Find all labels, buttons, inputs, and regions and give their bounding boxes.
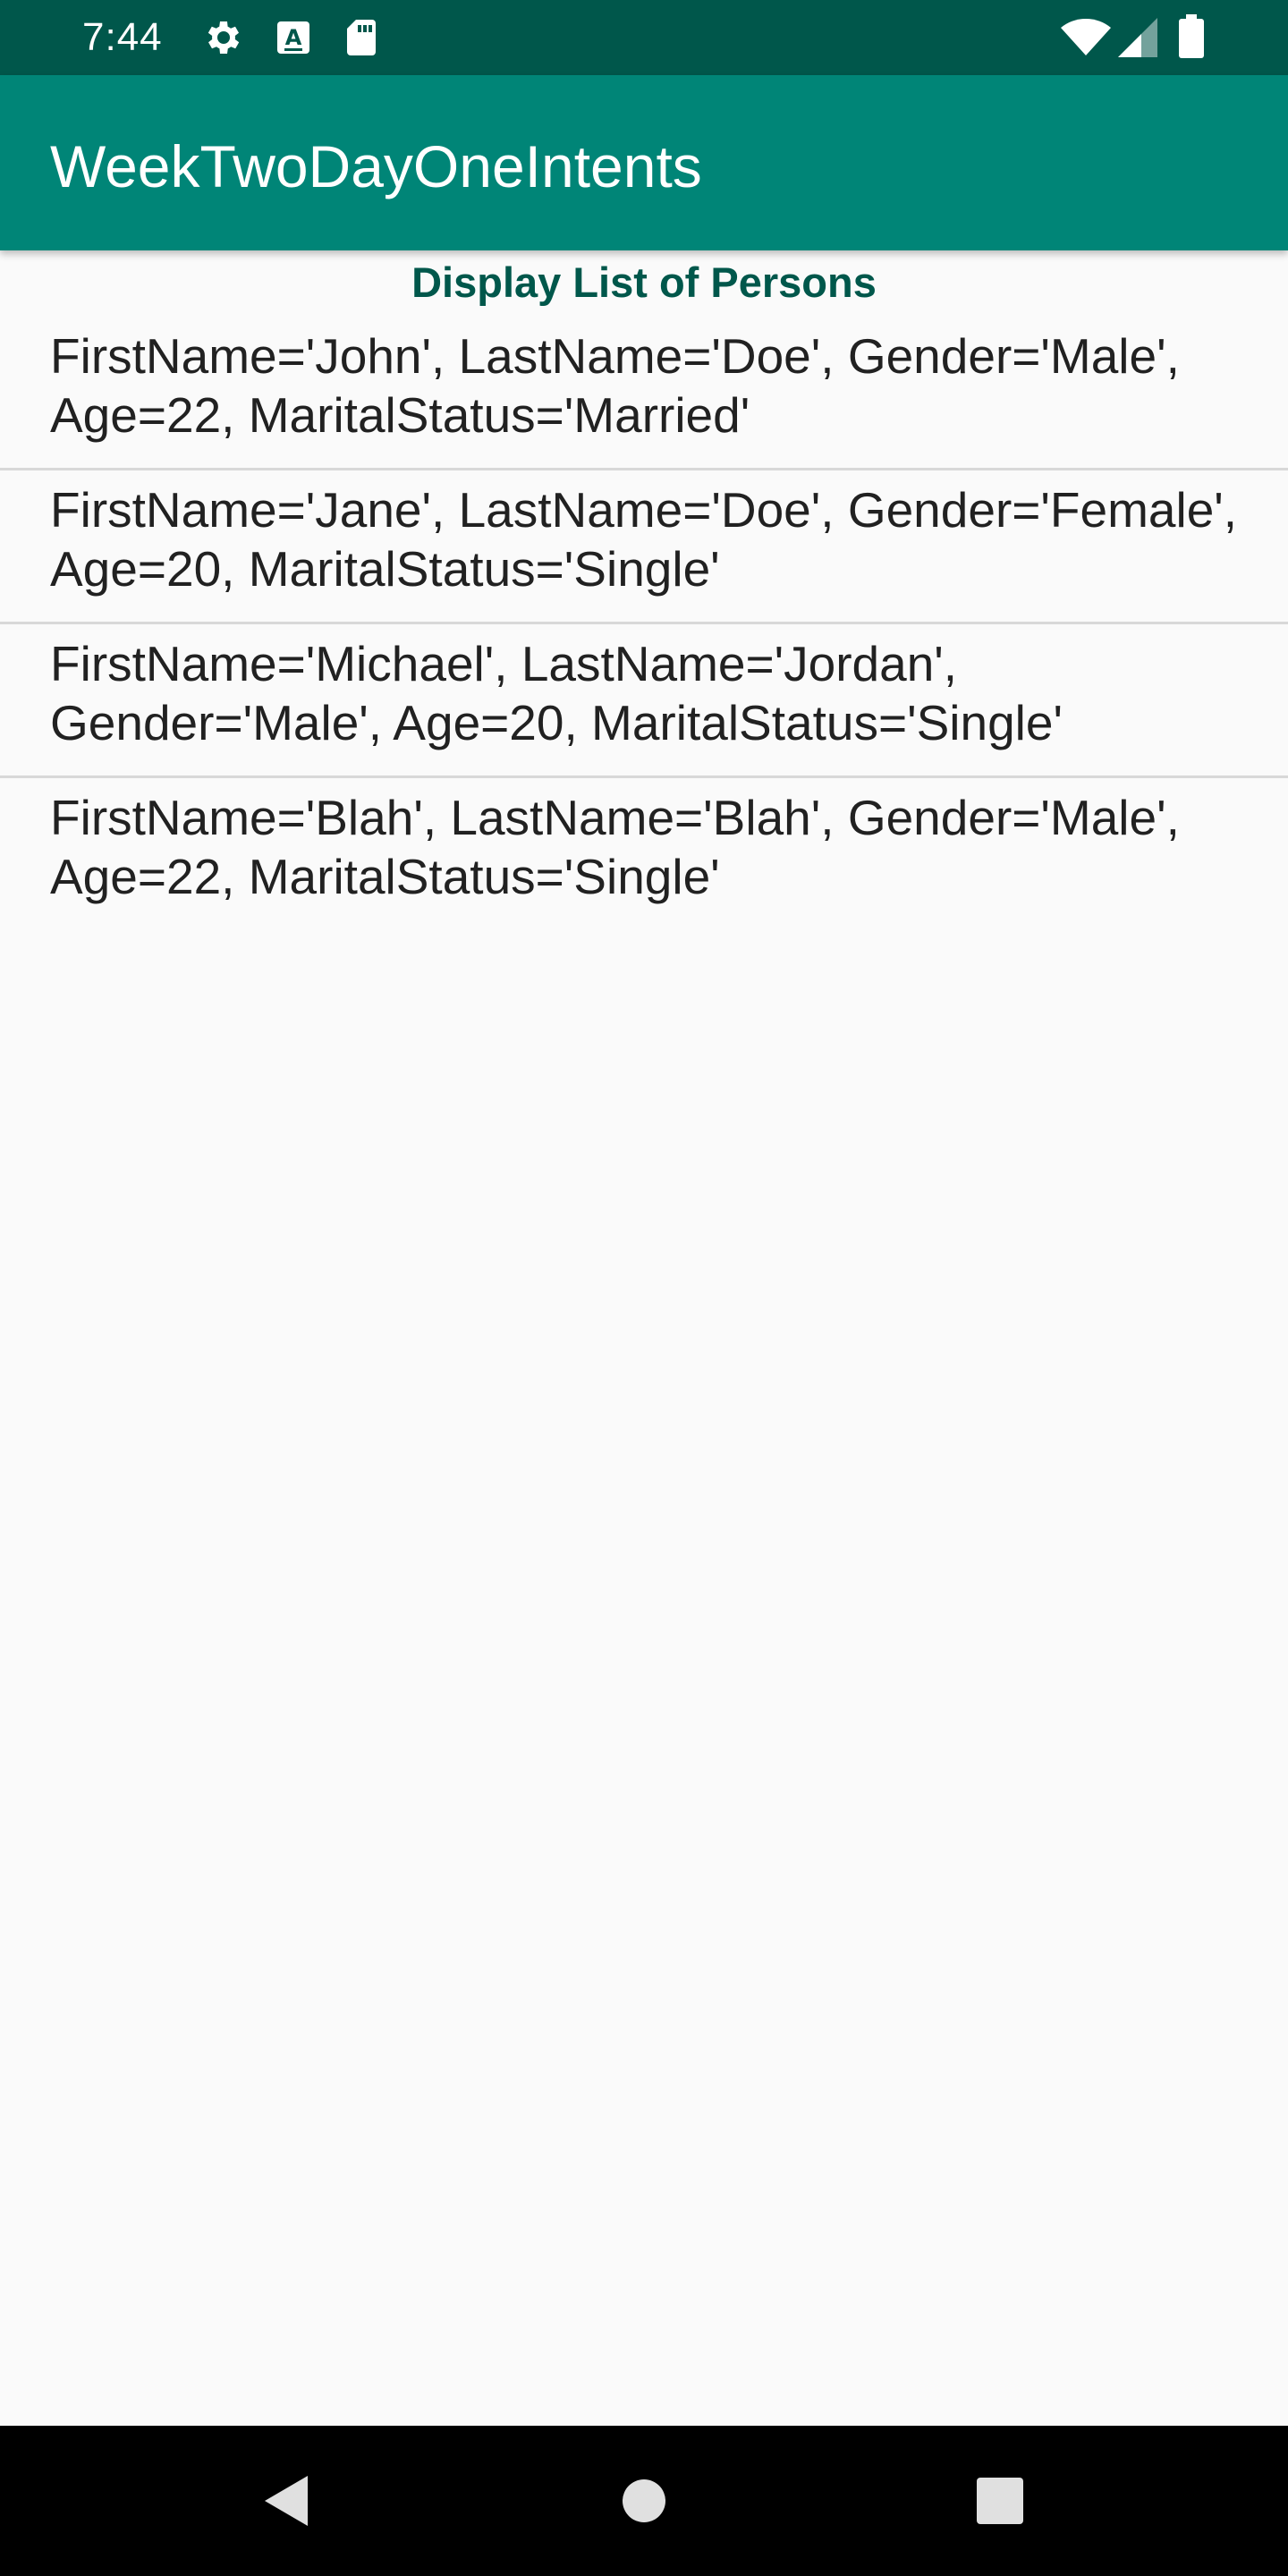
app-bar: WeekTwoDayOneIntents bbox=[0, 75, 1288, 250]
status-bar: 7:44 A bbox=[0, 0, 1288, 75]
person-line: FirstName='Blah', LastName='Blah', Gende… bbox=[50, 790, 1180, 845]
list-item[interactable]: FirstName='John', LastName='Doe', Gender… bbox=[0, 317, 1288, 470]
person-line: Age=22, MaritalStatus='Married' bbox=[50, 387, 750, 443]
list-item[interactable]: FirstName='Blah', LastName='Blah', Gende… bbox=[0, 778, 1288, 932]
wifi-icon bbox=[1061, 18, 1111, 57]
back-button[interactable] bbox=[197, 2426, 376, 2576]
person-line: FirstName='Michael', LastName='Jordan', bbox=[50, 636, 958, 691]
list-item[interactable]: FirstName='Jane', LastName='Doe', Gender… bbox=[0, 470, 1288, 624]
status-time: 7:44 bbox=[82, 15, 163, 59]
person-list: FirstName='John', LastName='Doe', Gender… bbox=[0, 317, 1288, 932]
home-button[interactable] bbox=[555, 2426, 733, 2576]
sd-card-icon bbox=[343, 16, 379, 59]
screen: 7:44 A WeekTwoDayOneIntents Display List… bbox=[0, 0, 1288, 2576]
home-icon bbox=[623, 2479, 665, 2522]
recents-icon bbox=[977, 2478, 1023, 2524]
person-line: FirstName='Jane', LastName='Doe', Gender… bbox=[50, 482, 1238, 538]
cell-signal-icon bbox=[1118, 18, 1157, 57]
battery-icon bbox=[1179, 14, 1204, 59]
person-line: Gender='Male', Age=20, MaritalStatus='Si… bbox=[50, 695, 1063, 750]
a-box-icon: A bbox=[274, 16, 313, 59]
person-line: Age=20, MaritalStatus='Single' bbox=[50, 541, 720, 597]
list-item[interactable]: FirstName='Michael', LastName='Jordan', … bbox=[0, 624, 1288, 778]
person-line: Age=22, MaritalStatus='Single' bbox=[50, 849, 720, 904]
app-title: WeekTwoDayOneIntents bbox=[50, 133, 702, 199]
navigation-bar bbox=[0, 2426, 1288, 2576]
recents-button[interactable] bbox=[911, 2426, 1089, 2576]
gear-icon bbox=[202, 16, 245, 59]
list-heading: Display List of Persons bbox=[411, 258, 877, 306]
svg-text:A: A bbox=[285, 25, 302, 50]
back-icon bbox=[265, 2476, 308, 2526]
person-line: FirstName='John', LastName='Doe', Gender… bbox=[50, 328, 1180, 384]
